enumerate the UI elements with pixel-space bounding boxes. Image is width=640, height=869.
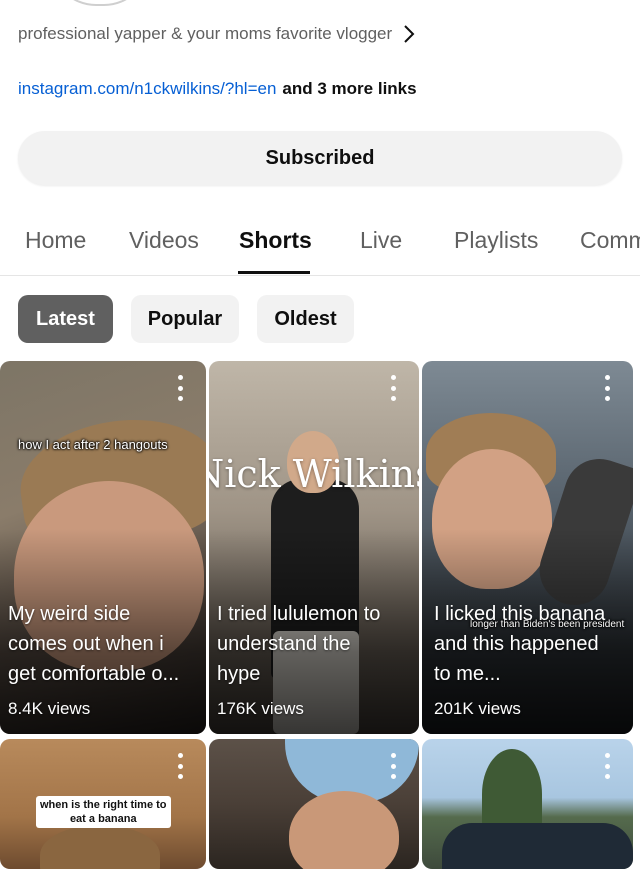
short-title-line: understand the [217, 633, 351, 655]
short-caption: when is the right time to eat a banana [36, 796, 171, 828]
thumbnail-car [442, 823, 633, 869]
chevron-right-icon [404, 25, 415, 43]
short-caption: how I act after 2 hangouts [18, 437, 168, 452]
short-title: I licked this banana and this happened t… [434, 599, 623, 689]
short-title: I tried lululemon to understand the hype [217, 599, 409, 689]
tab-playlists[interactable]: Playlists [454, 205, 538, 275]
channel-description[interactable]: professional yapper & your moms favorite… [18, 20, 438, 48]
short-title-line: My weird side [8, 603, 131, 625]
filter-chip-popular[interactable]: Popular [131, 295, 239, 343]
more-options-icon[interactable] [389, 375, 397, 401]
short-title-line: and this happened [434, 633, 599, 655]
short-title-line: comes out when i [8, 633, 164, 655]
filter-chip-latest[interactable]: Latest [18, 295, 113, 343]
short-tile[interactable] [422, 739, 633, 869]
more-options-icon[interactable] [176, 753, 184, 779]
short-title: My weird side comes out when i get comfo… [8, 599, 196, 689]
channel-avatar[interactable] [50, 0, 150, 6]
more-options-icon[interactable] [176, 375, 184, 401]
short-views: 201K views [434, 699, 521, 718]
subscribed-button[interactable]: Subscribed [18, 131, 622, 185]
short-title-line: I tried lululemon to [217, 603, 381, 625]
short-caption-line: eat a banana [69, 813, 137, 825]
short-title-line: get comfortable o... [8, 663, 180, 685]
short-views: 8.4K views [8, 699, 91, 718]
channel-links: instagram.com/n1ckwilkins/?hl=en and 3 m… [18, 76, 417, 102]
short-views: 176K views [217, 699, 304, 718]
short-title-line: hype [217, 663, 261, 685]
short-tile[interactable]: when is the right time to eat a banana [0, 739, 206, 869]
short-title-line: I licked this banana [434, 603, 606, 625]
short-watermark: Nick Wilkins [209, 452, 419, 496]
short-tile[interactable] [209, 739, 419, 869]
channel-tabs: Home Videos Shorts Live Playlists Comm [0, 205, 640, 276]
more-links-button[interactable]: and 3 more links [282, 79, 416, 99]
more-options-icon[interactable] [603, 375, 611, 401]
short-tile[interactable]: how I act after 2 hangouts My weird side… [0, 361, 206, 734]
short-title-line: to me... [434, 663, 501, 685]
tab-live[interactable]: Live [360, 205, 402, 275]
channel-link[interactable]: instagram.com/n1ckwilkins/?hl=en [18, 79, 276, 99]
active-tab-indicator [238, 271, 310, 274]
channel-bio: professional yapper & your moms favorite… [18, 24, 393, 43]
tab-shorts[interactable]: Shorts [239, 205, 312, 275]
short-tile[interactable]: Nick Wilkins I tried lululemon to unders… [209, 361, 419, 734]
short-caption-line: when is the right time to [40, 799, 167, 811]
tab-home[interactable]: Home [25, 205, 86, 275]
more-options-icon[interactable] [603, 753, 611, 779]
filter-chip-oldest[interactable]: Oldest [257, 295, 354, 343]
tab-videos[interactable]: Videos [129, 205, 199, 275]
more-options-icon[interactable] [389, 753, 397, 779]
tab-community[interactable]: Comm [580, 205, 640, 275]
short-tile[interactable]: longer than Biden's been president I lic… [422, 361, 633, 734]
